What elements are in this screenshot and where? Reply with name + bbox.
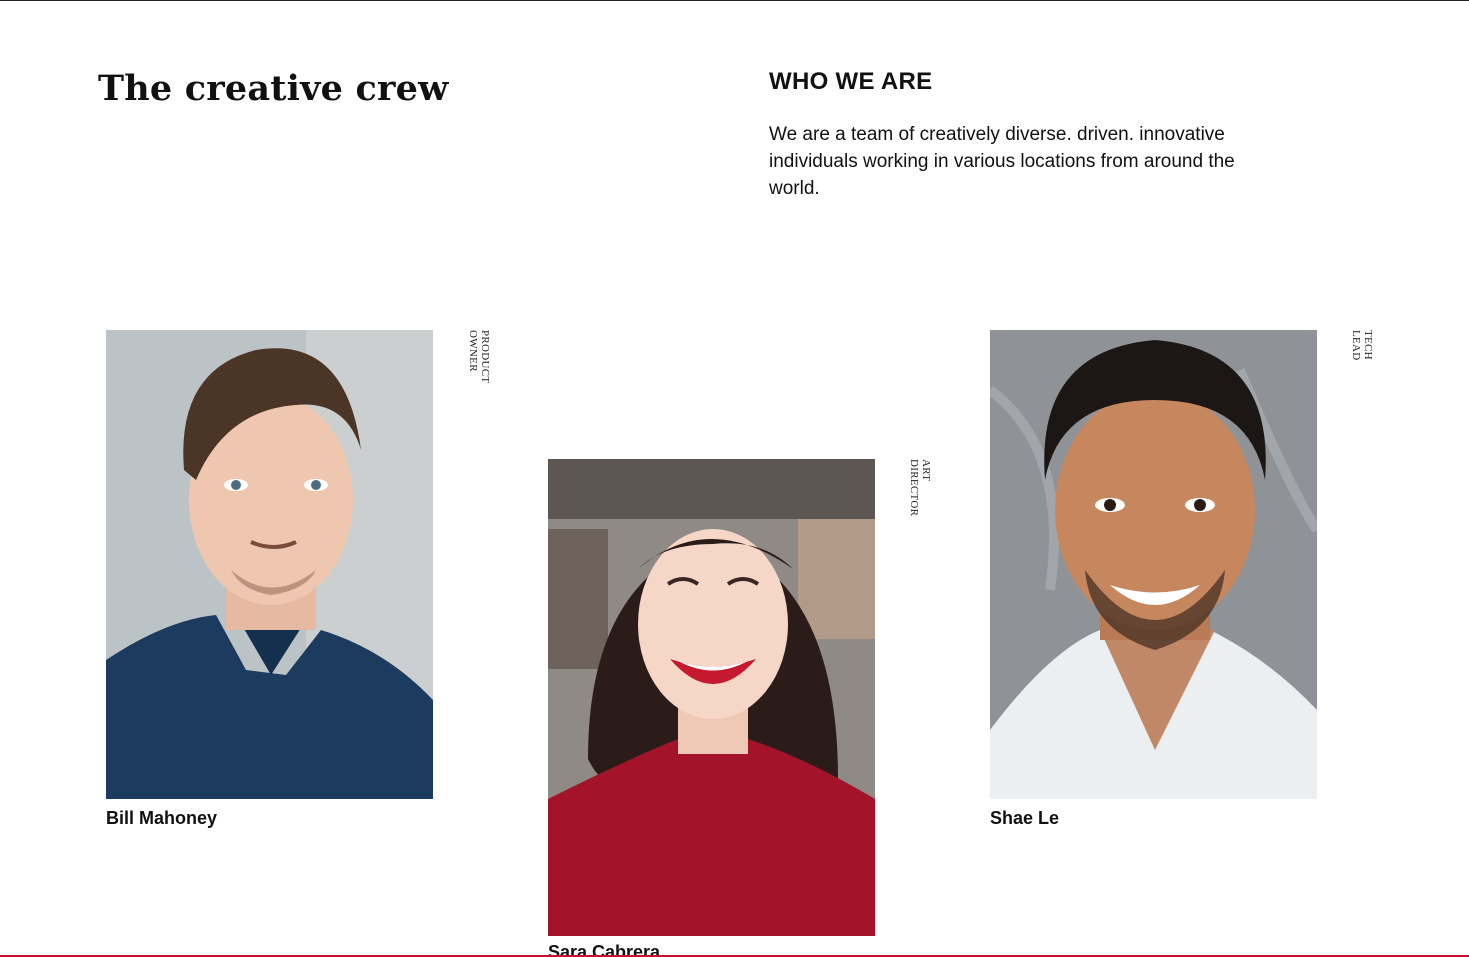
about-heading: WHO WE ARE — [769, 68, 933, 95]
about-text: We are a team of creatively diverse. dri… — [769, 124, 1235, 199]
member-photo — [990, 330, 1317, 799]
member-photo — [106, 330, 433, 799]
team-page: The creative crew WHO WE ARE We are a te… — [0, 0, 1469, 957]
member-name: Bill Mahoney — [106, 808, 218, 828]
member-photo — [548, 459, 875, 936]
member-role: TECH LEAD — [1350, 330, 1374, 361]
member-role: ART DIRECTOR — [908, 459, 932, 517]
member-name: Shae Le — [990, 808, 1060, 828]
member-role: PRODUCT OWNER — [467, 330, 491, 384]
page-title: The creative crew — [98, 68, 449, 109]
top-divider — [0, 0, 1469, 1]
